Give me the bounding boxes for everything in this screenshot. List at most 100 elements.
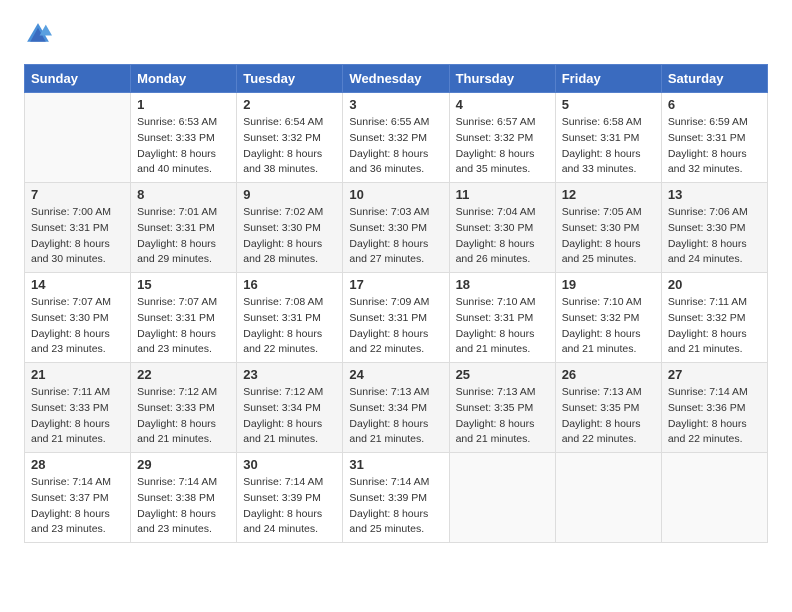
sunset: Sunset: 3:30 PM	[31, 312, 109, 324]
day-number: 30	[243, 457, 336, 472]
daylight: Daylight: 8 hours and 22 minutes.	[349, 328, 428, 356]
sunset: Sunset: 3:31 PM	[668, 132, 746, 144]
day-number: 8	[137, 187, 230, 202]
daylight: Daylight: 8 hours and 21 minutes.	[243, 418, 322, 446]
day-number: 6	[668, 97, 761, 112]
day-number: 13	[668, 187, 761, 202]
daylight: Daylight: 8 hours and 21 minutes.	[31, 418, 110, 446]
logo-icon	[24, 20, 52, 48]
calendar-cell: 8 Sunrise: 7:01 AM Sunset: 3:31 PM Dayli…	[131, 183, 237, 273]
daylight: Daylight: 8 hours and 21 minutes.	[668, 328, 747, 356]
sunset: Sunset: 3:36 PM	[668, 402, 746, 414]
day-number: 2	[243, 97, 336, 112]
calendar-cell: 4 Sunrise: 6:57 AM Sunset: 3:32 PM Dayli…	[449, 93, 555, 183]
day-number: 24	[349, 367, 442, 382]
daylight: Daylight: 8 hours and 23 minutes.	[137, 508, 216, 536]
daylight: Daylight: 8 hours and 21 minutes.	[456, 328, 535, 356]
day-info: Sunrise: 7:04 AM Sunset: 3:30 PM Dayligh…	[456, 205, 549, 268]
sunset: Sunset: 3:31 PM	[31, 222, 109, 234]
calendar-cell: 12 Sunrise: 7:05 AM Sunset: 3:30 PM Dayl…	[555, 183, 661, 273]
calendar-cell: 30 Sunrise: 7:14 AM Sunset: 3:39 PM Dayl…	[237, 453, 343, 543]
day-number: 12	[562, 187, 655, 202]
sunset: Sunset: 3:35 PM	[562, 402, 640, 414]
sunset: Sunset: 3:35 PM	[456, 402, 534, 414]
sunrise: Sunrise: 7:13 AM	[456, 386, 536, 398]
sunset: Sunset: 3:32 PM	[243, 132, 321, 144]
day-number: 26	[562, 367, 655, 382]
day-info: Sunrise: 6:53 AM Sunset: 3:33 PM Dayligh…	[137, 115, 230, 178]
day-info: Sunrise: 7:11 AM Sunset: 3:33 PM Dayligh…	[31, 385, 124, 448]
calendar-cell: 11 Sunrise: 7:04 AM Sunset: 3:30 PM Dayl…	[449, 183, 555, 273]
sunset: Sunset: 3:34 PM	[243, 402, 321, 414]
sunrise: Sunrise: 7:14 AM	[243, 476, 323, 488]
daylight: Daylight: 8 hours and 21 minutes.	[137, 418, 216, 446]
day-info: Sunrise: 7:13 AM Sunset: 3:35 PM Dayligh…	[456, 385, 549, 448]
day-number: 3	[349, 97, 442, 112]
sunrise: Sunrise: 7:12 AM	[137, 386, 217, 398]
day-number: 17	[349, 277, 442, 292]
sunrise: Sunrise: 7:02 AM	[243, 206, 323, 218]
day-info: Sunrise: 7:07 AM Sunset: 3:31 PM Dayligh…	[137, 295, 230, 358]
sunrise: Sunrise: 7:11 AM	[668, 296, 747, 308]
daylight: Daylight: 8 hours and 35 minutes.	[456, 148, 535, 176]
sunset: Sunset: 3:33 PM	[31, 402, 109, 414]
calendar-cell: 3 Sunrise: 6:55 AM Sunset: 3:32 PM Dayli…	[343, 93, 449, 183]
sunset: Sunset: 3:31 PM	[137, 312, 215, 324]
calendar-cell: 28 Sunrise: 7:14 AM Sunset: 3:37 PM Dayl…	[25, 453, 131, 543]
daylight: Daylight: 8 hours and 24 minutes.	[243, 508, 322, 536]
calendar-cell: 2 Sunrise: 6:54 AM Sunset: 3:32 PM Dayli…	[237, 93, 343, 183]
sunset: Sunset: 3:37 PM	[31, 492, 109, 504]
daylight: Daylight: 8 hours and 25 minutes.	[562, 238, 641, 266]
sunrise: Sunrise: 7:13 AM	[349, 386, 429, 398]
day-info: Sunrise: 7:14 AM Sunset: 3:38 PM Dayligh…	[137, 475, 230, 538]
daylight: Daylight: 8 hours and 27 minutes.	[349, 238, 428, 266]
day-number: 4	[456, 97, 549, 112]
sunset: Sunset: 3:31 PM	[349, 312, 427, 324]
calendar-cell: 18 Sunrise: 7:10 AM Sunset: 3:31 PM Dayl…	[449, 273, 555, 363]
calendar-cell: 29 Sunrise: 7:14 AM Sunset: 3:38 PM Dayl…	[131, 453, 237, 543]
day-info: Sunrise: 7:13 AM Sunset: 3:34 PM Dayligh…	[349, 385, 442, 448]
daylight: Daylight: 8 hours and 21 minutes.	[349, 418, 428, 446]
calendar-cell: 17 Sunrise: 7:09 AM Sunset: 3:31 PM Dayl…	[343, 273, 449, 363]
daylight: Daylight: 8 hours and 22 minutes.	[562, 418, 641, 446]
calendar-cell: 24 Sunrise: 7:13 AM Sunset: 3:34 PM Dayl…	[343, 363, 449, 453]
weekday-header-friday: Friday	[555, 65, 661, 93]
calendar-cell: 15 Sunrise: 7:07 AM Sunset: 3:31 PM Dayl…	[131, 273, 237, 363]
day-number: 11	[456, 187, 549, 202]
calendar-cell: 25 Sunrise: 7:13 AM Sunset: 3:35 PM Dayl…	[449, 363, 555, 453]
day-number: 29	[137, 457, 230, 472]
weekday-header-thursday: Thursday	[449, 65, 555, 93]
sunrise: Sunrise: 7:03 AM	[349, 206, 429, 218]
sunrise: Sunrise: 7:00 AM	[31, 206, 111, 218]
calendar-cell	[661, 453, 767, 543]
daylight: Daylight: 8 hours and 29 minutes.	[137, 238, 216, 266]
day-info: Sunrise: 7:08 AM Sunset: 3:31 PM Dayligh…	[243, 295, 336, 358]
day-number: 28	[31, 457, 124, 472]
day-info: Sunrise: 6:54 AM Sunset: 3:32 PM Dayligh…	[243, 115, 336, 178]
sunrise: Sunrise: 7:08 AM	[243, 296, 323, 308]
sunrise: Sunrise: 6:54 AM	[243, 116, 323, 128]
daylight: Daylight: 8 hours and 32 minutes.	[668, 148, 747, 176]
sunrise: Sunrise: 7:05 AM	[562, 206, 642, 218]
header	[24, 20, 768, 48]
weekday-header-monday: Monday	[131, 65, 237, 93]
calendar-cell: 21 Sunrise: 7:11 AM Sunset: 3:33 PM Dayl…	[25, 363, 131, 453]
sunset: Sunset: 3:31 PM	[243, 312, 321, 324]
sunset: Sunset: 3:30 PM	[243, 222, 321, 234]
day-info: Sunrise: 7:00 AM Sunset: 3:31 PM Dayligh…	[31, 205, 124, 268]
day-number: 5	[562, 97, 655, 112]
sunrise: Sunrise: 7:14 AM	[668, 386, 748, 398]
daylight: Daylight: 8 hours and 30 minutes.	[31, 238, 110, 266]
logo	[24, 20, 56, 48]
calendar-cell: 13 Sunrise: 7:06 AM Sunset: 3:30 PM Dayl…	[661, 183, 767, 273]
calendar-cell: 31 Sunrise: 7:14 AM Sunset: 3:39 PM Dayl…	[343, 453, 449, 543]
sunrise: Sunrise: 7:11 AM	[31, 386, 110, 398]
day-info: Sunrise: 6:55 AM Sunset: 3:32 PM Dayligh…	[349, 115, 442, 178]
day-info: Sunrise: 7:12 AM Sunset: 3:33 PM Dayligh…	[137, 385, 230, 448]
day-info: Sunrise: 6:58 AM Sunset: 3:31 PM Dayligh…	[562, 115, 655, 178]
day-number: 25	[456, 367, 549, 382]
day-number: 22	[137, 367, 230, 382]
daylight: Daylight: 8 hours and 40 minutes.	[137, 148, 216, 176]
calendar-cell: 27 Sunrise: 7:14 AM Sunset: 3:36 PM Dayl…	[661, 363, 767, 453]
day-number: 14	[31, 277, 124, 292]
